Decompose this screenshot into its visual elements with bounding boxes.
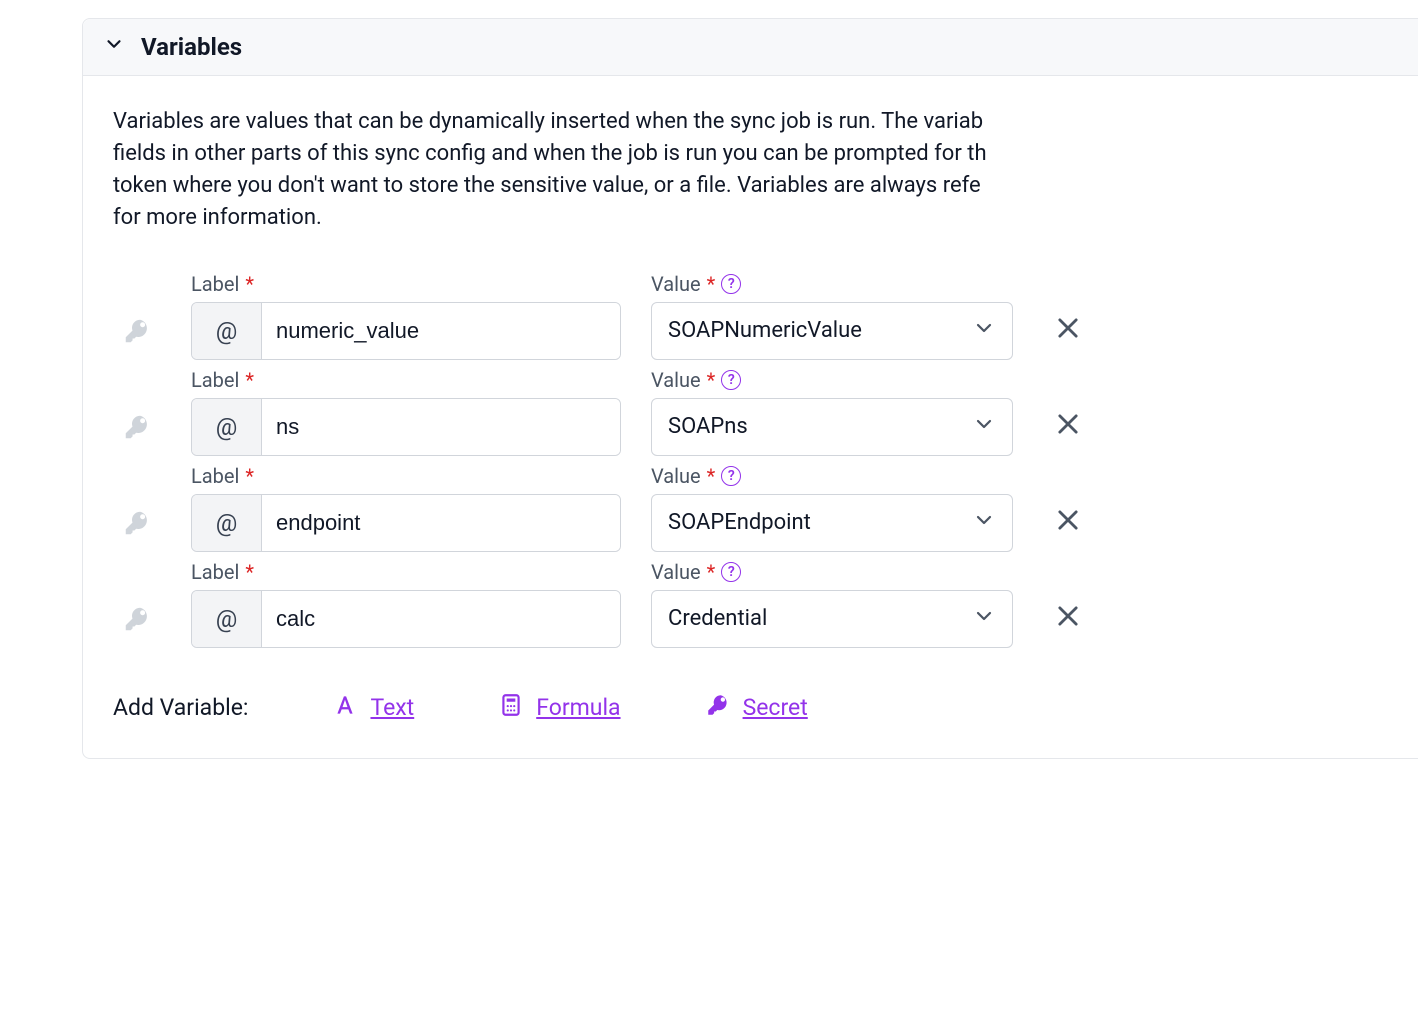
close-icon — [1054, 506, 1082, 540]
remove-row-button[interactable] — [1043, 302, 1093, 360]
value-select[interactable]: SOAPns — [651, 398, 1013, 456]
required-mark: * — [707, 272, 716, 296]
close-icon — [1054, 602, 1082, 636]
help-icon[interactable]: ? — [721, 466, 741, 486]
remove-row-button[interactable] — [1043, 398, 1093, 456]
add-text-link[interactable]: Text — [332, 692, 414, 724]
at-prefix: @ — [192, 495, 262, 551]
chevron-down-icon — [972, 604, 996, 634]
required-mark: * — [245, 464, 254, 488]
value-select[interactable]: SOAPEndpoint — [651, 494, 1013, 552]
value-field-label: Value * ? — [651, 272, 1013, 296]
required-mark: * — [707, 560, 716, 584]
add-secret-link-label: Secret — [743, 694, 808, 721]
value-text: Value — [651, 560, 701, 584]
value-select[interactable]: SOAPNumericValue — [651, 302, 1013, 360]
required-mark: * — [707, 368, 716, 392]
chevron-down-icon — [103, 33, 125, 61]
required-mark: * — [245, 368, 254, 392]
secret-type-icon — [113, 494, 161, 552]
calculator-icon — [498, 692, 524, 724]
remove-row-button[interactable] — [1043, 590, 1093, 648]
add-variable-row: Add Variable: Text Formula — [113, 692, 1418, 724]
label-text: Label — [191, 368, 239, 392]
secret-type-icon — [113, 302, 161, 360]
add-secret-link[interactable]: Secret — [705, 692, 808, 724]
help-icon[interactable]: ? — [721, 274, 741, 294]
close-icon — [1054, 314, 1082, 348]
key-icon — [705, 692, 731, 724]
add-formula-link-label: Formula — [536, 694, 620, 721]
value-text: Value — [651, 272, 701, 296]
value-field: Value * ? Credential — [651, 560, 1013, 648]
secret-type-icon — [113, 590, 161, 648]
add-variable-label: Add Variable: — [113, 694, 248, 721]
at-prefix: @ — [192, 399, 262, 455]
value-field: Value * ? SOAPNumericValue — [651, 272, 1013, 360]
variable-row: Label * @ Value * ? SOAPEndpoint — [113, 464, 1418, 552]
variable-row: Label * @ Value * ? SOAPns — [113, 368, 1418, 456]
panel-title: Variables — [141, 33, 242, 61]
chevron-down-icon — [972, 412, 996, 442]
add-text-link-label: Text — [370, 694, 414, 721]
label-input[interactable] — [262, 303, 620, 359]
value-field-label: Value * ? — [651, 464, 1013, 488]
label-input-group: @ — [191, 398, 621, 456]
label-text: Label — [191, 272, 239, 296]
close-icon — [1054, 410, 1082, 444]
variables-panel: Variables Variables are values that can … — [82, 18, 1418, 759]
label-field-label: Label * — [191, 560, 621, 584]
label-input[interactable] — [262, 495, 620, 551]
add-formula-link[interactable]: Formula — [498, 692, 620, 724]
at-prefix: @ — [192, 303, 262, 359]
help-icon[interactable]: ? — [721, 370, 741, 390]
required-mark: * — [245, 272, 254, 296]
label-field: Label * @ — [191, 464, 621, 552]
label-text: Label — [191, 560, 239, 584]
panel-body: Variables are values that can be dynamic… — [83, 76, 1418, 758]
value-text: Value — [651, 464, 701, 488]
panel-header[interactable]: Variables — [83, 19, 1418, 76]
label-field-label: Label * — [191, 464, 621, 488]
required-mark: * — [245, 560, 254, 584]
value-select[interactable]: Credential — [651, 590, 1013, 648]
label-input-group: @ — [191, 494, 621, 552]
text-a-icon — [332, 692, 358, 724]
value-field-label: Value * ? — [651, 368, 1013, 392]
label-input-group: @ — [191, 590, 621, 648]
value-select-text: Credential — [668, 606, 767, 631]
variable-row: Label * @ Value * ? SOAPNumericValue — [113, 272, 1418, 360]
label-field-label: Label * — [191, 272, 621, 296]
value-select-text: SOAPEndpoint — [668, 510, 811, 535]
label-field-label: Label * — [191, 368, 621, 392]
label-field: Label * @ — [191, 272, 621, 360]
chevron-down-icon — [972, 316, 996, 346]
secret-type-icon — [113, 398, 161, 456]
variable-rows: Label * @ Value * ? SOAPNumericValue — [113, 272, 1418, 648]
value-field: Value * ? SOAPns — [651, 368, 1013, 456]
required-mark: * — [707, 464, 716, 488]
label-input[interactable] — [262, 591, 620, 647]
value-field: Value * ? SOAPEndpoint — [651, 464, 1013, 552]
label-field: Label * @ — [191, 560, 621, 648]
label-input-group: @ — [191, 302, 621, 360]
value-text: Value — [651, 368, 701, 392]
panel-description: Variables are values that can be dynamic… — [113, 106, 1418, 234]
label-field: Label * @ — [191, 368, 621, 456]
at-prefix: @ — [192, 591, 262, 647]
label-text: Label — [191, 464, 239, 488]
chevron-down-icon — [972, 508, 996, 538]
value-field-label: Value * ? — [651, 560, 1013, 584]
value-select-text: SOAPns — [668, 414, 748, 439]
label-input[interactable] — [262, 399, 620, 455]
remove-row-button[interactable] — [1043, 494, 1093, 552]
help-icon[interactable]: ? — [721, 562, 741, 582]
value-select-text: SOAPNumericValue — [668, 318, 862, 343]
variable-row: Label * @ Value * ? Credential — [113, 560, 1418, 648]
